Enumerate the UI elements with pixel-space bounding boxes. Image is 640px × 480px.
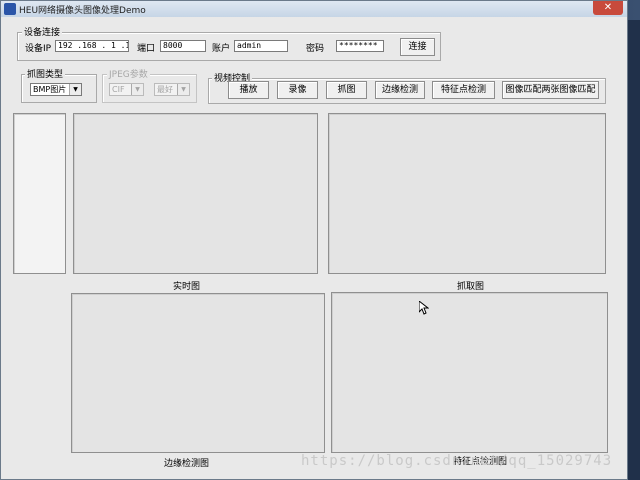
title-bar[interactable]: HEU网络摄像头图像处理Demo ✕ — [1, 1, 627, 17]
record-button[interactable]: 录像 — [277, 81, 318, 99]
capture-button[interactable]: 抓图 — [326, 81, 367, 99]
edge-detect-button[interactable]: 边缘检测 — [375, 81, 425, 99]
jpeg-params-title: JPEG参数 — [107, 67, 150, 80]
jpeg-resolution-select[interactable]: CIF ▼ — [109, 83, 144, 96]
connect-button[interactable]: 连接 — [400, 38, 435, 56]
port-field[interactable]: 8000 — [160, 40, 206, 52]
capture-image-panel — [328, 113, 606, 274]
edge-image-panel — [71, 293, 325, 453]
capture-type-value: BMP图片 — [33, 85, 67, 94]
capture-caption: 抓取图 — [457, 282, 485, 292]
password-label: 密码 — [306, 44, 325, 54]
jpeg-quality-value: 最好 — [157, 85, 173, 94]
app-icon — [4, 3, 16, 15]
connection-group-title: 设备连接 — [22, 25, 63, 38]
user-label: 账户 — [212, 44, 231, 54]
feature-image-panel — [331, 292, 608, 453]
ip-address-field[interactable]: 192 .168 . 1 .125 — [55, 40, 129, 52]
side-list-panel[interactable] — [13, 113, 66, 274]
jpeg-resolution-value: CIF — [112, 85, 125, 94]
chevron-down-icon: ▼ — [69, 84, 81, 95]
password-field[interactable]: ******** — [336, 40, 384, 52]
feature-detect-button[interactable]: 特征点检测 — [432, 81, 495, 99]
realtime-image-panel — [73, 113, 318, 274]
chevron-down-icon: ▼ — [177, 84, 189, 95]
realtime-caption: 实时图 — [173, 282, 201, 292]
ip-label: 设备IP — [25, 44, 52, 54]
window-title: HEU网络摄像头图像处理Demo — [19, 6, 146, 16]
image-match-button[interactable]: 图像匹配两张图像匹配 — [502, 81, 599, 99]
play-button[interactable]: 播放 — [228, 81, 269, 99]
user-field[interactable]: admin — [234, 40, 288, 52]
app-window: HEU网络摄像头图像处理Demo ✕ 设备连接 设备IP 192 .168 . … — [0, 0, 628, 480]
edge-caption: 边缘检测图 — [164, 459, 210, 469]
close-button[interactable]: ✕ — [593, 1, 623, 15]
jpeg-quality-select[interactable]: 最好 ▼ — [154, 83, 190, 96]
capture-type-title: 抓图类型 — [25, 67, 66, 80]
watermark: https://blog.csdn.net/qq_15029743 — [301, 453, 613, 469]
capture-type-select[interactable]: BMP图片 ▼ — [30, 83, 82, 96]
port-label: 端口 — [137, 44, 156, 54]
chevron-down-icon: ▼ — [131, 84, 143, 95]
